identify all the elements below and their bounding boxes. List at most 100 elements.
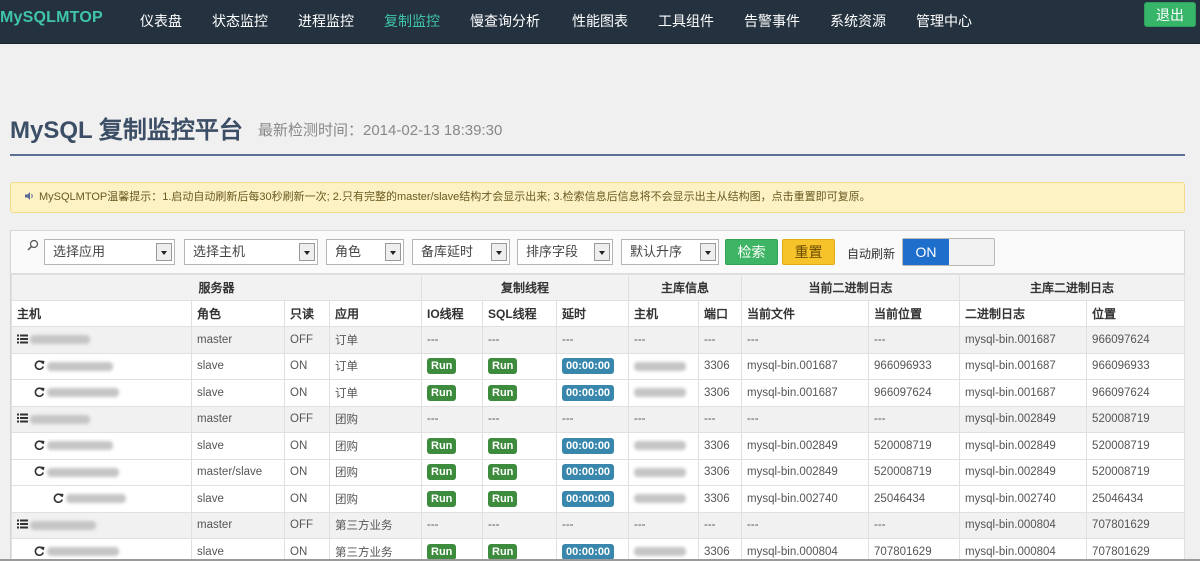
nav-item-slowquery[interactable]: 慢查询分析 [470, 11, 540, 31]
group-header-master-info: 主库信息 [628, 274, 743, 301]
cell-host[interactable]: 10.0.0.00:0006 [11, 352, 192, 380]
io-status-badge: Run [427, 464, 457, 481]
search-button[interactable]: 检索 [725, 239, 778, 265]
cell-master-binlog: mysql-bin.002849 [959, 405, 1088, 433]
col-role[interactable]: 角色 [191, 300, 285, 327]
host-value: 10.0.0.00:0006 [30, 519, 96, 531]
role-select[interactable]: 角色 [326, 239, 404, 265]
cell-host[interactable]: 10.0.0.00:0006 [11, 511, 192, 539]
nav-item-admin[interactable]: 管理中心 [916, 11, 972, 31]
host-value: 10.0.0.00:0006 [47, 440, 113, 452]
delay-badge: 00:00:00 [562, 437, 615, 454]
cell-master-binlog: mysql-bin.002849 [959, 432, 1088, 460]
app-select[interactable]: 选择应用 [44, 239, 175, 265]
cell-io-thread: Run [421, 458, 484, 486]
nav-item-process[interactable]: 进程监控 [298, 11, 354, 31]
cell-io-thread: Run [421, 379, 484, 407]
nav-item-replication[interactable]: 复制监控 [384, 11, 440, 31]
cell-delay: 00:00:00 [556, 458, 630, 486]
cell-host[interactable]: 10.0.0.000:00000 [11, 485, 192, 513]
blurred-master-host [634, 494, 687, 504]
table-row: 10.0.0.00:0000master/slaveON团购RunRun00:0… [11, 458, 1186, 486]
reset-button[interactable]: 重置 [782, 239, 835, 265]
col-master-pos[interactable]: 位置 [1086, 300, 1186, 327]
col-master-binlog[interactable]: 二进制日志 [959, 300, 1088, 327]
host-value: 10.0.0.00:0000 [47, 466, 119, 478]
nav-item-alerts[interactable]: 告警事件 [744, 11, 800, 31]
cell-readonly: OFF [284, 511, 330, 539]
chevron-down-icon [156, 243, 172, 261]
cell-delay: 00:00:00 [556, 432, 630, 460]
col-readonly[interactable]: 只读 [284, 300, 330, 327]
col-sql-thread[interactable]: SQL线程 [482, 300, 558, 327]
nav-item-resources[interactable]: 系统资源 [830, 11, 886, 31]
cell-io-thread: --- [421, 326, 484, 354]
cell-master-host: 10.0.0.07 [628, 458, 700, 486]
cell-sql-thread: Run [482, 379, 558, 407]
col-master-host[interactable]: 主机 [628, 300, 700, 327]
cell-master-pos: 707801629 [1086, 511, 1186, 539]
cell-port: --- [698, 326, 743, 354]
nav-item-perfchart[interactable]: 性能图表 [572, 11, 628, 31]
cell-role: master/slave [191, 458, 285, 486]
col-delay[interactable]: 延时 [556, 300, 630, 327]
cell-io-thread: Run [421, 432, 484, 460]
cell-master-host: --- [628, 405, 700, 433]
sort-field-select[interactable]: 排序字段 [517, 239, 613, 265]
cell-app: 订单 [328, 326, 423, 354]
table-row: 10.0.0.000:00000slaveON团购RunRun00:00:001… [11, 485, 1186, 513]
sql-status-badge: Run [488, 543, 518, 560]
cell-sql-thread: Run [482, 432, 558, 460]
replication-panel: 选择应用 选择主机 角色 备库延时 排序字段 默认升序 检索 重置 自动刷新 O… [10, 230, 1186, 561]
blurred-master-host [634, 361, 687, 371]
col-io-thread[interactable]: IO线程 [421, 300, 484, 327]
cell-readonly: ON [284, 352, 330, 380]
cell-master-binlog: mysql-bin.002740 [959, 485, 1088, 513]
cell-host[interactable]: 10.0.0.00:0006 [11, 432, 192, 460]
cell-master-host: --- [628, 511, 700, 539]
host-value: 10.0.0.70:3306 [47, 387, 119, 399]
col-host[interactable]: 主机 [11, 300, 192, 327]
delay-select[interactable]: 备库延时 [412, 239, 510, 265]
nav-item-tools[interactable]: 工具组件 [658, 11, 714, 31]
nav-item-status[interactable]: 状态监控 [212, 11, 268, 31]
speaker-icon [25, 192, 33, 200]
cell-master-binlog: mysql-bin.001687 [959, 379, 1088, 407]
logout-button[interactable]: 退出 [1144, 2, 1196, 27]
cell-app: 第三方业务 [328, 538, 423, 561]
cell-host[interactable]: 10.0.0.01:0006 [11, 538, 192, 561]
host-select[interactable]: 选择主机 [184, 239, 318, 265]
cell-sql-thread: --- [482, 405, 558, 433]
delay-badge: 00:00:00 [562, 358, 615, 375]
cell-host[interactable]: 10.0.0.07:0000 [11, 405, 192, 433]
brand-logo[interactable]: MySQLMTOP [0, 9, 103, 27]
cell-app: 团购 [328, 458, 423, 486]
sort-order-select[interactable]: 默认升序 [621, 239, 719, 265]
cell-master-host: 10.0.0.07 [628, 432, 700, 460]
cell-host[interactable]: 10.0.0.70:3306 [11, 379, 192, 407]
cell-host[interactable]: 10.0.0.00:0006 [11, 326, 192, 354]
list-icon [17, 519, 28, 529]
col-app[interactable]: 应用 [328, 300, 423, 327]
table-row: 10.0.0.00:0006masterOFF订单---------------… [11, 326, 1186, 354]
nav-item-dashboard[interactable]: 仪表盘 [140, 11, 182, 31]
col-port[interactable]: 端口 [698, 300, 743, 327]
cell-master-binlog: mysql-bin.002849 [959, 458, 1088, 486]
chevron-down-icon [700, 243, 716, 261]
chevron-down-icon [299, 243, 315, 261]
blurred-host [30, 335, 90, 345]
cell-role: slave [191, 432, 285, 460]
cell-master-pos: 966096933 [1086, 352, 1186, 380]
cell-host[interactable]: 10.0.0.00:0000 [11, 458, 192, 486]
col-current-file[interactable]: 当前文件 [741, 300, 870, 327]
io-status-badge: Run [427, 490, 457, 507]
auto-refresh-toggle[interactable]: ON [902, 238, 995, 266]
list-icon [17, 334, 28, 344]
cell-current-pos: 966097624 [868, 379, 961, 407]
cell-io-thread: Run [421, 485, 484, 513]
cell-port: 3306 [698, 485, 743, 513]
search-icon [27, 239, 39, 251]
blurred-host [47, 361, 113, 371]
cell-master-host: --- [628, 326, 700, 354]
col-current-pos[interactable]: 当前位置 [868, 300, 961, 327]
